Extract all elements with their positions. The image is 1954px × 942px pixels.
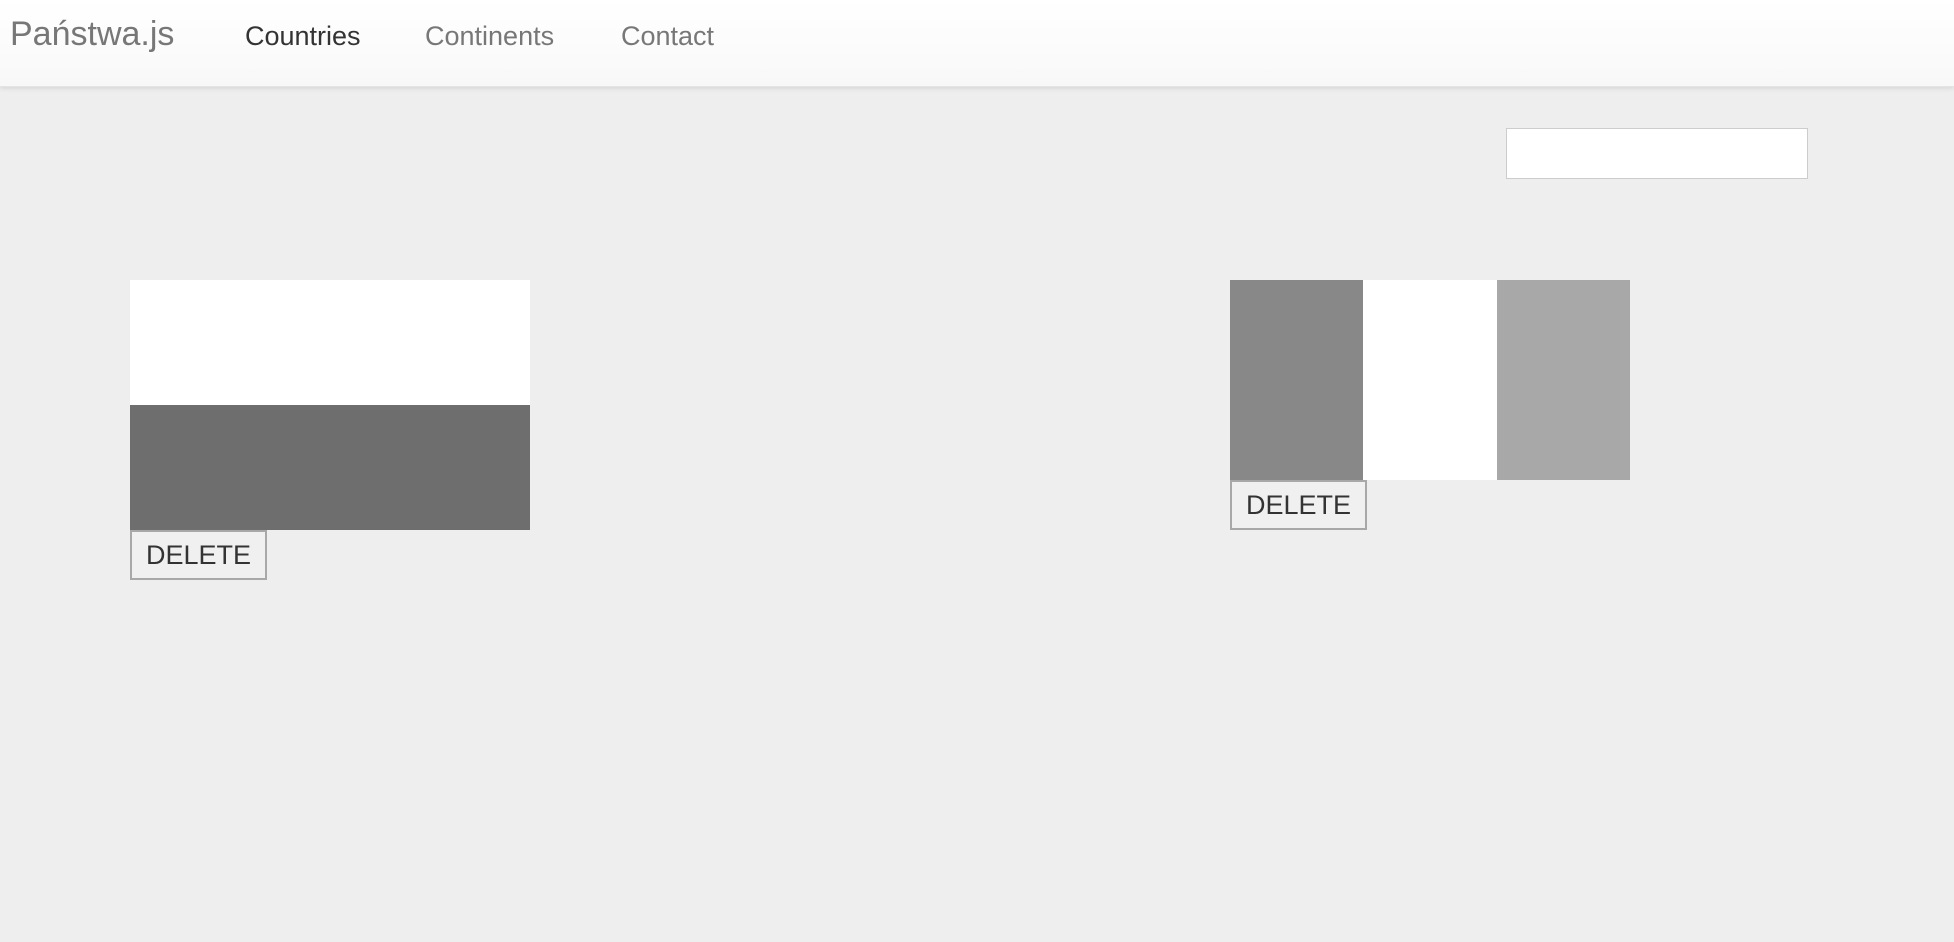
nav-link-countries[interactable]: Countries bbox=[245, 18, 361, 54]
country-card: DELETE bbox=[130, 280, 530, 580]
country-flag[interactable] bbox=[130, 280, 530, 530]
country-flag[interactable] bbox=[1230, 280, 1630, 480]
search-input[interactable] bbox=[1506, 128, 1808, 179]
delete-button[interactable]: DELETE bbox=[1230, 480, 1368, 530]
flag-stripe-middle bbox=[1363, 280, 1497, 480]
flag-stripe-top bbox=[130, 280, 530, 405]
flag-stripe-left bbox=[1230, 280, 1364, 480]
navbar: Państwa.js Countries Continents Contact bbox=[0, 0, 1954, 87]
country-card: DELETE bbox=[1230, 280, 1630, 530]
brand-logo[interactable]: Państwa.js bbox=[10, 14, 174, 54]
flag-stripe-right bbox=[1496, 280, 1630, 480]
flag-stripe-bottom bbox=[130, 405, 530, 530]
nav-link-continents[interactable]: Continents bbox=[425, 18, 554, 54]
nav-link-contact[interactable]: Contact bbox=[621, 18, 714, 54]
delete-button[interactable]: DELETE bbox=[130, 530, 268, 580]
